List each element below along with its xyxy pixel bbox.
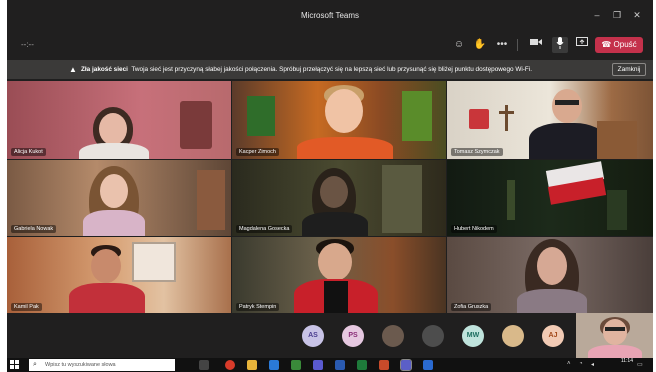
task-view-icon[interactable]: [199, 360, 209, 370]
banner-title: Zła jakość sieci: [81, 66, 128, 73]
close-icon[interactable]: ✕: [630, 9, 644, 21]
mail-icon[interactable]: [423, 360, 433, 370]
participant-name: Kacper Zimoch: [236, 148, 279, 156]
banner-close-button[interactable]: Zamknij: [612, 63, 646, 76]
participant-name: Kamil Pak: [11, 303, 42, 311]
video-tile[interactable]: Alicja Kukot: [7, 81, 231, 159]
leave-button[interactable]: ☎ Opuść: [595, 37, 643, 53]
windows-start-icon[interactable]: [10, 360, 20, 370]
video-tile[interactable]: Kacper Zimoch: [232, 81, 446, 159]
avatar[interactable]: AJ: [542, 325, 564, 347]
avatar[interactable]: MW: [462, 325, 484, 347]
opera-icon[interactable]: [225, 360, 235, 370]
video-tile[interactable]: Hubert Nikodem: [447, 160, 653, 236]
share-screen-icon[interactable]: [574, 37, 590, 53]
title-bar: Microsoft Teams – ❐ ✕: [7, 0, 653, 30]
meeting-toolbar: --:-- ☺ ✋ •••: [7, 30, 653, 60]
reactions-icon[interactable]: ☺: [451, 37, 467, 53]
video-tile[interactable]: Kamil Pak: [7, 237, 231, 314]
raise-hand-icon[interactable]: ✋: [472, 37, 488, 53]
chrome-icon[interactable]: [291, 360, 301, 370]
avatar[interactable]: [422, 325, 444, 347]
leave-label: Opuść: [613, 40, 637, 49]
excel-icon[interactable]: [357, 360, 367, 370]
avatar[interactable]: AS: [302, 325, 324, 347]
tray-arrow-icon[interactable]: ˄: [567, 361, 571, 367]
participant-roster: AS PS MW AJ: [7, 313, 653, 358]
warning-icon: ▲: [69, 65, 77, 74]
video-tile[interactable]: Magdalena Gosecka: [232, 160, 446, 236]
search-icon: ⌕: [33, 361, 37, 368]
participant-name: Magdalena Gosecka: [236, 225, 293, 233]
self-view-video[interactable]: [576, 313, 653, 358]
banner-message: Twoja sieć jest przyczyną słabej jakości…: [131, 66, 533, 73]
participant-name: Gabriela Nowak: [11, 225, 57, 233]
video-tile[interactable]: Tomasz Szymczak: [447, 81, 653, 159]
file-explorer-icon[interactable]: [247, 360, 257, 370]
search-placeholder: Wpisz tu wyszukiwane słowa: [45, 362, 116, 368]
maximize-icon[interactable]: ❐: [610, 9, 624, 21]
minimize-icon[interactable]: –: [590, 9, 604, 21]
camera-icon[interactable]: [528, 37, 544, 53]
edge-icon[interactable]: [269, 360, 279, 370]
participant-name: Zofia Gruszka: [451, 303, 492, 311]
video-tile[interactable]: Zofia Gruszka: [447, 237, 653, 314]
store-icon[interactable]: [313, 360, 323, 370]
teams-window: Microsoft Teams – ❐ ✕ --:-- ☺ ✋ ••• ☎ Op…: [7, 0, 653, 372]
network-quality-banner: ▲ Zła jakość sieci Twoja sieć jest przyc…: [7, 60, 653, 79]
participant-name: Tomasz Szymczak: [451, 148, 503, 156]
avatar[interactable]: PS: [342, 325, 364, 347]
teams-icon[interactable]: [400, 359, 412, 371]
powerpoint-icon[interactable]: [379, 360, 389, 370]
avatar[interactable]: [502, 325, 524, 347]
window-title: Microsoft Teams: [300, 11, 360, 20]
network-icon[interactable]: ◔: [579, 361, 583, 367]
notifications-icon[interactable]: ▭: [637, 361, 643, 368]
windows-taskbar: ⌕ Wpisz tu wyszukiwane słowa ˄ ◔ ◂ 11:14…: [7, 358, 653, 372]
microphone-icon[interactable]: [552, 37, 568, 53]
hangup-icon: ☎: [601, 40, 612, 49]
more-actions-icon[interactable]: •••: [494, 37, 510, 53]
participant-name: Hubert Nikodem: [451, 225, 497, 233]
video-tile[interactable]: Gabriela Nowak: [7, 160, 231, 236]
taskbar-clock[interactable]: 11:14: [621, 358, 633, 365]
toolbar-divider: [517, 39, 518, 51]
volume-icon[interactable]: ◂: [591, 361, 594, 368]
participant-name: Alicja Kukot: [11, 148, 46, 156]
avatar[interactable]: [382, 325, 404, 347]
clock-time: 11:14: [620, 358, 633, 364]
meeting-timer: --:--: [21, 40, 34, 49]
word-icon[interactable]: [335, 360, 345, 370]
participant-name: Patryk Stempin: [236, 303, 280, 311]
video-tile[interactable]: Patryk Stempin: [232, 237, 446, 314]
taskbar-search-input[interactable]: ⌕ Wpisz tu wyszukiwane słowa: [29, 359, 175, 371]
